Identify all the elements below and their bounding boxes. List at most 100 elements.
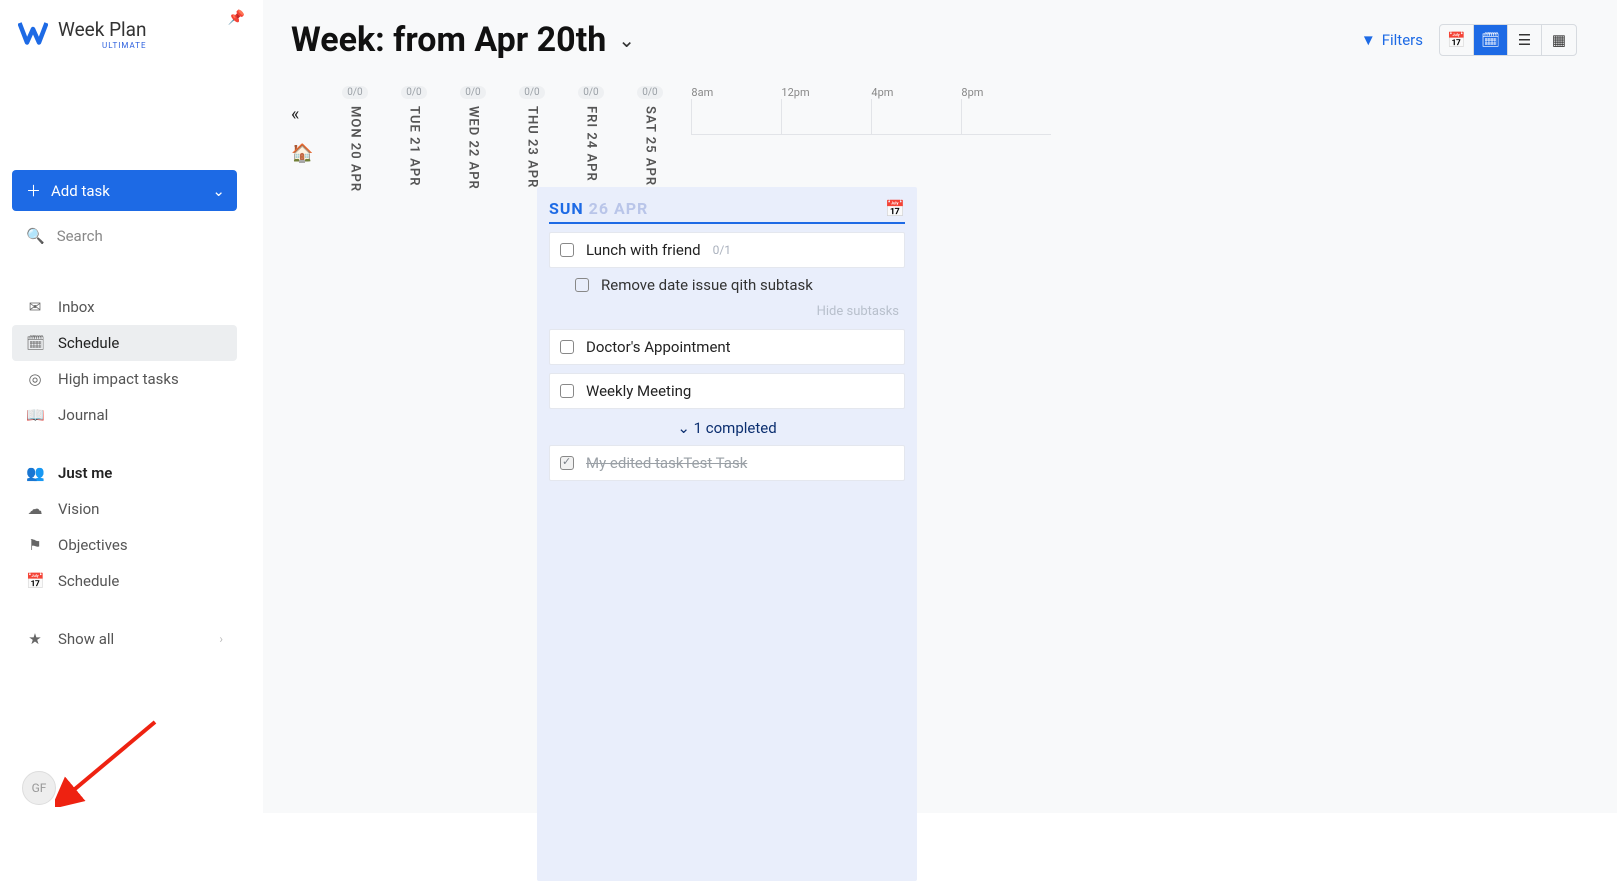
time-tick: 4pm bbox=[871, 86, 961, 99]
task-item[interactable]: Lunch with friend 0/1 bbox=[549, 232, 905, 268]
sidebar: Week Plan ULTIMATE 📌 ＋ Add task ⌄ 🔍 Sear… bbox=[0, 0, 263, 813]
grid-icon: ▦ bbox=[1552, 31, 1566, 49]
checkbox[interactable] bbox=[560, 340, 574, 354]
book-icon: 📖 bbox=[26, 406, 44, 424]
day-panel: SUN 26 APR 📅 Lunch with friend 0/1 Remov… bbox=[537, 187, 917, 881]
list-icon: ☰ bbox=[1518, 31, 1531, 49]
sidebar-item-high-impact[interactable]: ◎ High impact tasks bbox=[12, 361, 237, 397]
sidebar-item-label: Journal bbox=[58, 406, 108, 424]
sidebar-item-journal[interactable]: 📖 Journal bbox=[12, 397, 237, 433]
day-label: THU 23 APR bbox=[519, 103, 544, 191]
sidebar-item-label: Schedule bbox=[58, 572, 119, 590]
star-icon: ★ bbox=[26, 630, 44, 648]
task-item[interactable]: Doctor's Appointment bbox=[549, 329, 905, 365]
checkbox[interactable] bbox=[560, 384, 574, 398]
day-tab-mon[interactable]: 0/0 MON 20 APR bbox=[327, 86, 382, 195]
task-item[interactable]: Weekly Meeting bbox=[549, 373, 905, 409]
week-strip: « 🏠 0/0 MON 20 APR 0/0 TUE 21 APR 0/0 WE… bbox=[291, 86, 1577, 195]
users-icon: 👥 bbox=[26, 464, 44, 482]
timeline-track[interactable] bbox=[691, 99, 1051, 135]
filters-button[interactable]: ▼ Filters bbox=[1351, 25, 1433, 55]
completed-label: 1 completed bbox=[694, 419, 777, 437]
cloud-icon: ☁ bbox=[26, 500, 44, 518]
sidebar-item-schedule[interactable]: 🗓 Schedule bbox=[12, 325, 237, 361]
day-name: SUN bbox=[549, 199, 584, 218]
day-count: 0/0 bbox=[519, 86, 544, 99]
day-label: MON 20 APR bbox=[342, 103, 367, 195]
hide-subtasks-link[interactable]: Hide subtasks bbox=[549, 298, 905, 329]
avatar[interactable]: GF bbox=[22, 771, 56, 805]
main-header: Week: from Apr 20th ⌄ ▼ Filters 📅 🗓 ☰ ▦ bbox=[291, 20, 1577, 60]
day-label: TUE 21 APR bbox=[401, 103, 426, 189]
day-label: FRI 24 APR bbox=[578, 103, 603, 185]
day-count: 0/0 bbox=[401, 86, 426, 99]
view-list[interactable]: ☰ bbox=[1508, 25, 1542, 55]
view-schedule[interactable]: 🗓 bbox=[1474, 25, 1508, 55]
sidebar-item-vision[interactable]: ☁ Vision bbox=[12, 491, 237, 527]
calendar-check-icon: 🗓 bbox=[26, 334, 44, 352]
day-tab-fri[interactable]: 0/0 FRI 24 APR bbox=[563, 86, 618, 185]
sidebar-item-label: Schedule bbox=[58, 334, 119, 352]
home-icon[interactable]: 🏠 bbox=[291, 143, 313, 164]
app-name: Week Plan bbox=[58, 20, 147, 39]
day-count: 0/0 bbox=[637, 86, 662, 99]
day-count: 0/0 bbox=[578, 86, 603, 99]
pin-icon[interactable]: 📌 bbox=[228, 10, 245, 26]
calendar-icon: 📅 bbox=[26, 572, 44, 590]
day-tab-tue[interactable]: 0/0 TUE 21 APR bbox=[386, 86, 441, 189]
sidebar-item-label: Just me bbox=[58, 464, 112, 482]
view-switcher: 📅 🗓 ☰ ▦ bbox=[1439, 24, 1577, 56]
nav-primary: ✉ Inbox 🗓 Schedule ◎ High impact tasks 📖… bbox=[12, 289, 251, 657]
day-label: SAT 25 APR bbox=[637, 103, 662, 189]
sidebar-item-inbox[interactable]: ✉ Inbox bbox=[12, 289, 237, 325]
task-item-completed[interactable]: My edited taskTest Task bbox=[549, 445, 905, 481]
week-selector[interactable]: Week: from Apr 20th ⌄ bbox=[291, 20, 635, 60]
task-title: Doctor's Appointment bbox=[586, 338, 731, 356]
day-tab-sat[interactable]: 0/0 SAT 25 APR bbox=[622, 86, 677, 189]
completed-toggle[interactable]: ⌄ 1 completed bbox=[549, 409, 905, 445]
add-task-label: Add task bbox=[51, 182, 110, 200]
day-label: WED 22 APR bbox=[460, 103, 485, 193]
subtask-item[interactable]: Remove date issue qith subtask bbox=[549, 268, 905, 298]
time-tick: 8pm bbox=[961, 86, 1051, 99]
task-title: My edited taskTest Task bbox=[586, 454, 747, 472]
inbox-icon: ✉ bbox=[26, 298, 44, 316]
page-title: Week: from Apr 20th bbox=[291, 20, 606, 60]
view-board[interactable]: ▦ bbox=[1542, 25, 1576, 55]
app-tier: ULTIMATE bbox=[58, 41, 147, 50]
add-task-button[interactable]: ＋ Add task ⌄ bbox=[12, 170, 237, 211]
subtask-title: Remove date issue qith subtask bbox=[601, 276, 813, 294]
sidebar-item-schedule-2[interactable]: 📅 Schedule bbox=[12, 563, 237, 599]
search-icon: 🔍 bbox=[26, 227, 45, 245]
week-nav: « 🏠 bbox=[291, 104, 313, 164]
checkbox[interactable] bbox=[575, 278, 589, 292]
day-count: 0/0 bbox=[342, 86, 367, 99]
time-tick: 8am bbox=[691, 86, 781, 99]
checkbox-checked[interactable] bbox=[560, 456, 574, 470]
sidebar-item-show-all[interactable]: ★ Show all › bbox=[12, 621, 237, 657]
search-input[interactable]: 🔍 Search bbox=[12, 217, 237, 255]
day-panel-header: SUN 26 APR 📅 bbox=[549, 199, 905, 224]
day-tab-thu[interactable]: 0/0 THU 23 APR bbox=[504, 86, 559, 191]
search-placeholder: Search bbox=[57, 227, 103, 245]
main-content: Week: from Apr 20th ⌄ ▼ Filters 📅 🗓 ☰ ▦ … bbox=[263, 0, 1617, 813]
chevron-down-icon: ⌄ bbox=[677, 419, 690, 437]
app-logo[interactable]: Week Plan ULTIMATE bbox=[12, 12, 251, 60]
calendar-add-icon[interactable]: 📅 bbox=[885, 199, 905, 218]
chevron-right-icon: › bbox=[219, 632, 223, 646]
flag-icon: ⚑ bbox=[26, 536, 44, 554]
sidebar-item-just-me[interactable]: 👥 Just me bbox=[12, 455, 237, 491]
header-actions: ▼ Filters 📅 🗓 ☰ ▦ bbox=[1351, 24, 1577, 56]
day-count: 0/0 bbox=[460, 86, 485, 99]
filter-icon: ▼ bbox=[1361, 31, 1376, 49]
calendar-grid-icon: 📅 bbox=[1447, 31, 1466, 49]
prev-week-icon[interactable]: « bbox=[291, 104, 313, 125]
view-calendar[interactable]: 📅 bbox=[1440, 25, 1474, 55]
logo-icon bbox=[18, 20, 48, 54]
checkbox[interactable] bbox=[560, 243, 574, 257]
sidebar-item-objectives[interactable]: ⚑ Objectives bbox=[12, 527, 237, 563]
sidebar-item-label: Vision bbox=[58, 500, 99, 518]
sidebar-item-label: High impact tasks bbox=[58, 370, 179, 388]
day-tab-wed[interactable]: 0/0 WED 22 APR bbox=[445, 86, 500, 193]
chevron-down-icon: ⌄ bbox=[212, 182, 225, 200]
